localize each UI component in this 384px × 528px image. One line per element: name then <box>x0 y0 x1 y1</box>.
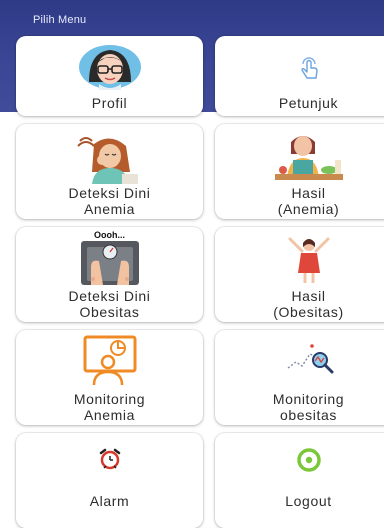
hasil-anemia-label-1: Hasil <box>291 185 326 201</box>
alarm-card[interactable]: Alarm <box>16 433 203 528</box>
petunjuk-card[interactable]: Petunjuk <box>215 36 384 116</box>
hasil-anemia-card[interactable]: Hasil (Anemia) <box>215 124 384 219</box>
deteksi-anemia-label-1: Deteksi Dini <box>68 185 151 201</box>
monitor-user-icon <box>82 334 138 386</box>
monitoring-anemia-label-2: Anemia <box>83 407 136 423</box>
petunjuk-label: Petunjuk <box>278 95 339 111</box>
menu-title: Pilih Menu <box>33 14 87 26</box>
profil-card[interactable]: Profil <box>16 36 203 116</box>
dizzy-woman-icon <box>72 134 148 184</box>
profil-label: Profil <box>91 95 128 111</box>
hasil-anemia-label-2: (Anemia) <box>277 201 340 217</box>
happy-woman-icon <box>284 233 334 285</box>
alarm-label: Alarm <box>89 493 130 509</box>
chart-magnifier-icon <box>284 342 334 376</box>
deteksi-anemia-card[interactable]: Deteksi Dini Anemia <box>16 124 203 219</box>
monitoring-obesitas-label-2: obesitas <box>280 407 337 423</box>
hasil-obesitas-label-1: Hasil <box>291 288 326 304</box>
logout-card[interactable]: Logout <box>215 433 384 528</box>
hasil-obesitas-card[interactable]: Hasil (Obesitas) <box>215 227 384 322</box>
deteksi-obesitas-label-1: Deteksi Dini <box>68 288 151 304</box>
deteksi-obesitas-label-2: Obesitas <box>79 304 140 320</box>
deteksi-obesitas-card[interactable]: Oooh... Deteksi Dini Obesitas <box>16 227 203 322</box>
power-ring-icon <box>296 447 322 473</box>
monitoring-obesitas-card[interactable]: Monitoring obesitas <box>215 330 384 425</box>
hasil-obesitas-label-2: (Obesitas) <box>273 304 344 320</box>
logout-label: Logout <box>285 493 332 509</box>
alarm-clock-icon <box>98 447 122 471</box>
monitoring-anemia-card[interactable]: Monitoring Anemia <box>16 330 203 425</box>
deteksi-anemia-label-2: Anemia <box>83 201 136 217</box>
tap-hand-icon <box>294 52 324 82</box>
woman-eating-icon <box>269 130 349 186</box>
monitoring-anemia-label-1: Monitoring <box>73 391 146 407</box>
weight-scale-icon <box>77 239 143 287</box>
monitoring-obesitas-label-1: Monitoring <box>272 391 345 407</box>
woman-avatar-icon <box>75 42 145 92</box>
